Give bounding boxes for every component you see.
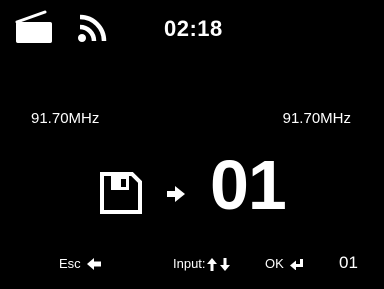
arrow-up-icon bbox=[206, 257, 217, 271]
wifi-signal-icon bbox=[78, 14, 107, 42]
esc-hint[interactable]: Esc bbox=[59, 254, 101, 274]
clock-time: 02:18 bbox=[164, 16, 223, 41]
radio-display: 02:18 91.70MHz 91.70MHz 01 Esc Input: OK bbox=[0, 0, 384, 289]
esc-label: Esc bbox=[59, 256, 81, 271]
input-label: Input: bbox=[173, 256, 206, 271]
ok-hint[interactable]: OK bbox=[265, 254, 303, 274]
floppy-disk-icon bbox=[100, 172, 142, 214]
preset-number: 01 bbox=[210, 146, 287, 224]
enter-icon bbox=[289, 258, 303, 270]
arrow-right-icon bbox=[167, 186, 185, 202]
arrow-left-icon bbox=[86, 258, 101, 270]
ok-label: OK bbox=[265, 256, 284, 271]
input-hint[interactable]: Input: bbox=[173, 254, 230, 274]
current-frequency: 91.70MHz bbox=[31, 110, 100, 127]
radio-icon bbox=[15, 10, 52, 43]
preset-frequency: 91.70MHz bbox=[282, 110, 351, 127]
page-indicator: 01 bbox=[339, 253, 358, 272]
arrow-down-icon bbox=[219, 257, 230, 271]
